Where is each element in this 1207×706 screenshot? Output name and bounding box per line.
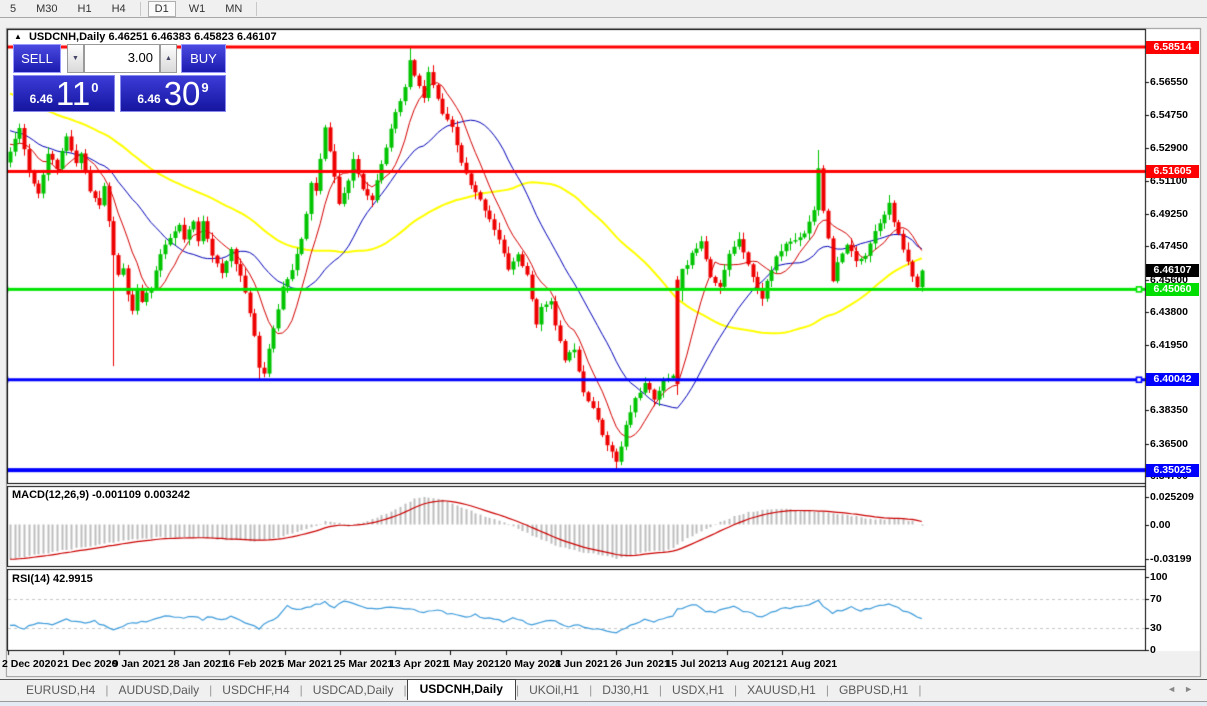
timeframe-button-h1[interactable]: H1: [71, 1, 99, 17]
price-scale-badge: 6.45060: [1146, 283, 1199, 296]
macd-scale-tick: 0.00: [1150, 519, 1170, 531]
macd-scale-tick: -0.03199: [1150, 553, 1191, 565]
tab-usdcad-daily[interactable]: USDCAD,Daily: [303, 681, 404, 699]
date-label: 21 Aug 2021: [776, 658, 837, 670]
collapse-arrow-icon[interactable]: ▲: [14, 32, 22, 41]
tab-xauusd-h1[interactable]: XAUUSD,H1: [737, 681, 826, 699]
tab-separator: |: [918, 683, 921, 697]
price-scale-tick: 6.56550: [1150, 76, 1188, 88]
price-scale-tick: 6.47450: [1150, 240, 1188, 252]
price-scale-tick: 6.52900: [1150, 142, 1188, 154]
timeframe-button-mn[interactable]: MN: [218, 1, 249, 17]
timeframe-button-5[interactable]: 5: [3, 1, 23, 17]
tab-scroll-arrows[interactable]: ◄►: [1167, 684, 1201, 694]
date-label: 25 Mar 2021: [334, 658, 394, 670]
price-scale-tick: 6.43800: [1150, 306, 1188, 318]
buy-price-prefix: 6.46: [137, 92, 160, 106]
buy-price-point: 9: [201, 80, 208, 95]
date-label: 2 Dec 2020: [2, 658, 56, 670]
tab-usdx-h1[interactable]: USDX,H1: [662, 681, 734, 699]
price-scale-badge: 6.58514: [1146, 41, 1199, 54]
date-label: 15 Jul 2021: [666, 658, 722, 670]
toolbar-separator: [256, 2, 257, 16]
date-label: 8 Jun 2021: [555, 658, 609, 670]
price-scale-badge: 6.51605: [1146, 165, 1199, 178]
volume-decrease-button[interactable]: ▼: [67, 44, 84, 73]
trade-panel: SELL ▼ 3.00 ▲ BUY 6.46 11 0 6.46 30 9: [13, 44, 226, 112]
price-scale-badge: 6.46107: [1146, 264, 1199, 277]
price-scale-badge: 6.35025: [1146, 464, 1199, 477]
price-scale-tick: 6.38350: [1150, 404, 1188, 416]
date-label: 20 May 2021: [500, 658, 561, 670]
date-label: 21 Dec 2020: [57, 658, 117, 670]
rsi-scale-tick: 70: [1150, 593, 1162, 605]
chart-tab-bar: EURUSD,H4|AUDUSD,Daily|USDCHF,H4|USDCAD,…: [0, 679, 1207, 700]
buy-price-pips: 30: [164, 79, 201, 109]
volume-increase-button[interactable]: ▲: [160, 44, 177, 73]
tab-gbpusd-h1[interactable]: GBPUSD,H1: [829, 681, 918, 699]
trade-panel-prices: 6.46 11 0 6.46 30 9: [13, 75, 226, 112]
sell-price-prefix: 6.46: [30, 92, 53, 106]
trade-panel-controls: SELL ▼ 3.00 ▲ BUY: [13, 44, 226, 73]
price-scale-tick: 6.49250: [1150, 208, 1188, 220]
toolbar-separator: [140, 2, 141, 16]
date-label: 13 Apr 2021: [389, 658, 448, 670]
macd-label: MACD(12,26,9) -0.001109 0.003242: [12, 489, 190, 501]
tab-usdcnh-daily[interactable]: USDCNH,Daily: [407, 679, 516, 700]
date-label: 28 Jan 2021: [168, 658, 227, 670]
rsi-scale-tick: 30: [1150, 622, 1162, 634]
status-strip: [0, 701, 1207, 706]
price-scale-tick: 6.41950: [1150, 339, 1188, 351]
timeframe-button-m30[interactable]: M30: [29, 1, 64, 17]
date-label: 6 Mar 2021: [279, 658, 333, 670]
sell-price-point: 0: [91, 80, 98, 95]
macd-scale-tick: 0.025209: [1150, 491, 1194, 503]
buy-price-display[interactable]: 6.46 30 9: [120, 75, 226, 112]
tab-ukoil-h1[interactable]: UKOil,H1: [519, 681, 589, 699]
date-label: 9 Jan 2021: [113, 658, 166, 670]
timeframe-button-h4[interactable]: H4: [105, 1, 133, 17]
sell-button[interactable]: SELL: [13, 44, 61, 73]
price-scale-tick: 6.36500: [1150, 438, 1188, 450]
timeframe-button-w1[interactable]: W1: [182, 1, 213, 17]
chart-header: ▲ USDCNH,Daily 6.46251 6.46383 6.45823 6…: [14, 31, 277, 43]
buy-button[interactable]: BUY: [181, 44, 226, 73]
date-label: 16 Feb 2021: [223, 658, 283, 670]
price-scale-tick: 6.54750: [1150, 109, 1188, 121]
rsi-label: RSI(14) 42.9915: [12, 573, 93, 585]
tab-eurusd-h4[interactable]: EURUSD,H4: [16, 681, 105, 699]
chart-header-text: USDCNH,Daily 6.46251 6.46383 6.45823 6.4…: [29, 31, 277, 43]
date-label: 1 May 2021: [444, 658, 499, 670]
timeframe-button-d1[interactable]: D1: [148, 1, 176, 17]
rsi-scale-tick: 0: [1150, 644, 1156, 656]
sell-price-pips: 11: [56, 79, 90, 109]
date-label: 3 Aug 2021: [721, 658, 776, 670]
price-scale-badge: 6.40042: [1146, 373, 1199, 386]
timeframe-toolbar: 5 M30 H1 H4 D1 W1 MN: [0, 0, 1207, 18]
volume-input[interactable]: 3.00: [84, 44, 160, 73]
rsi-scale-tick: 100: [1150, 571, 1168, 583]
tab-dj30-h1[interactable]: DJ30,H1: [592, 681, 659, 699]
sell-price-display[interactable]: 6.46 11 0: [13, 75, 115, 112]
tab-audusd-daily[interactable]: AUDUSD,Daily: [108, 681, 209, 699]
tab-usdchf-h4[interactable]: USDCHF,H4: [212, 681, 299, 699]
date-label: 26 Jun 2021: [610, 658, 670, 670]
